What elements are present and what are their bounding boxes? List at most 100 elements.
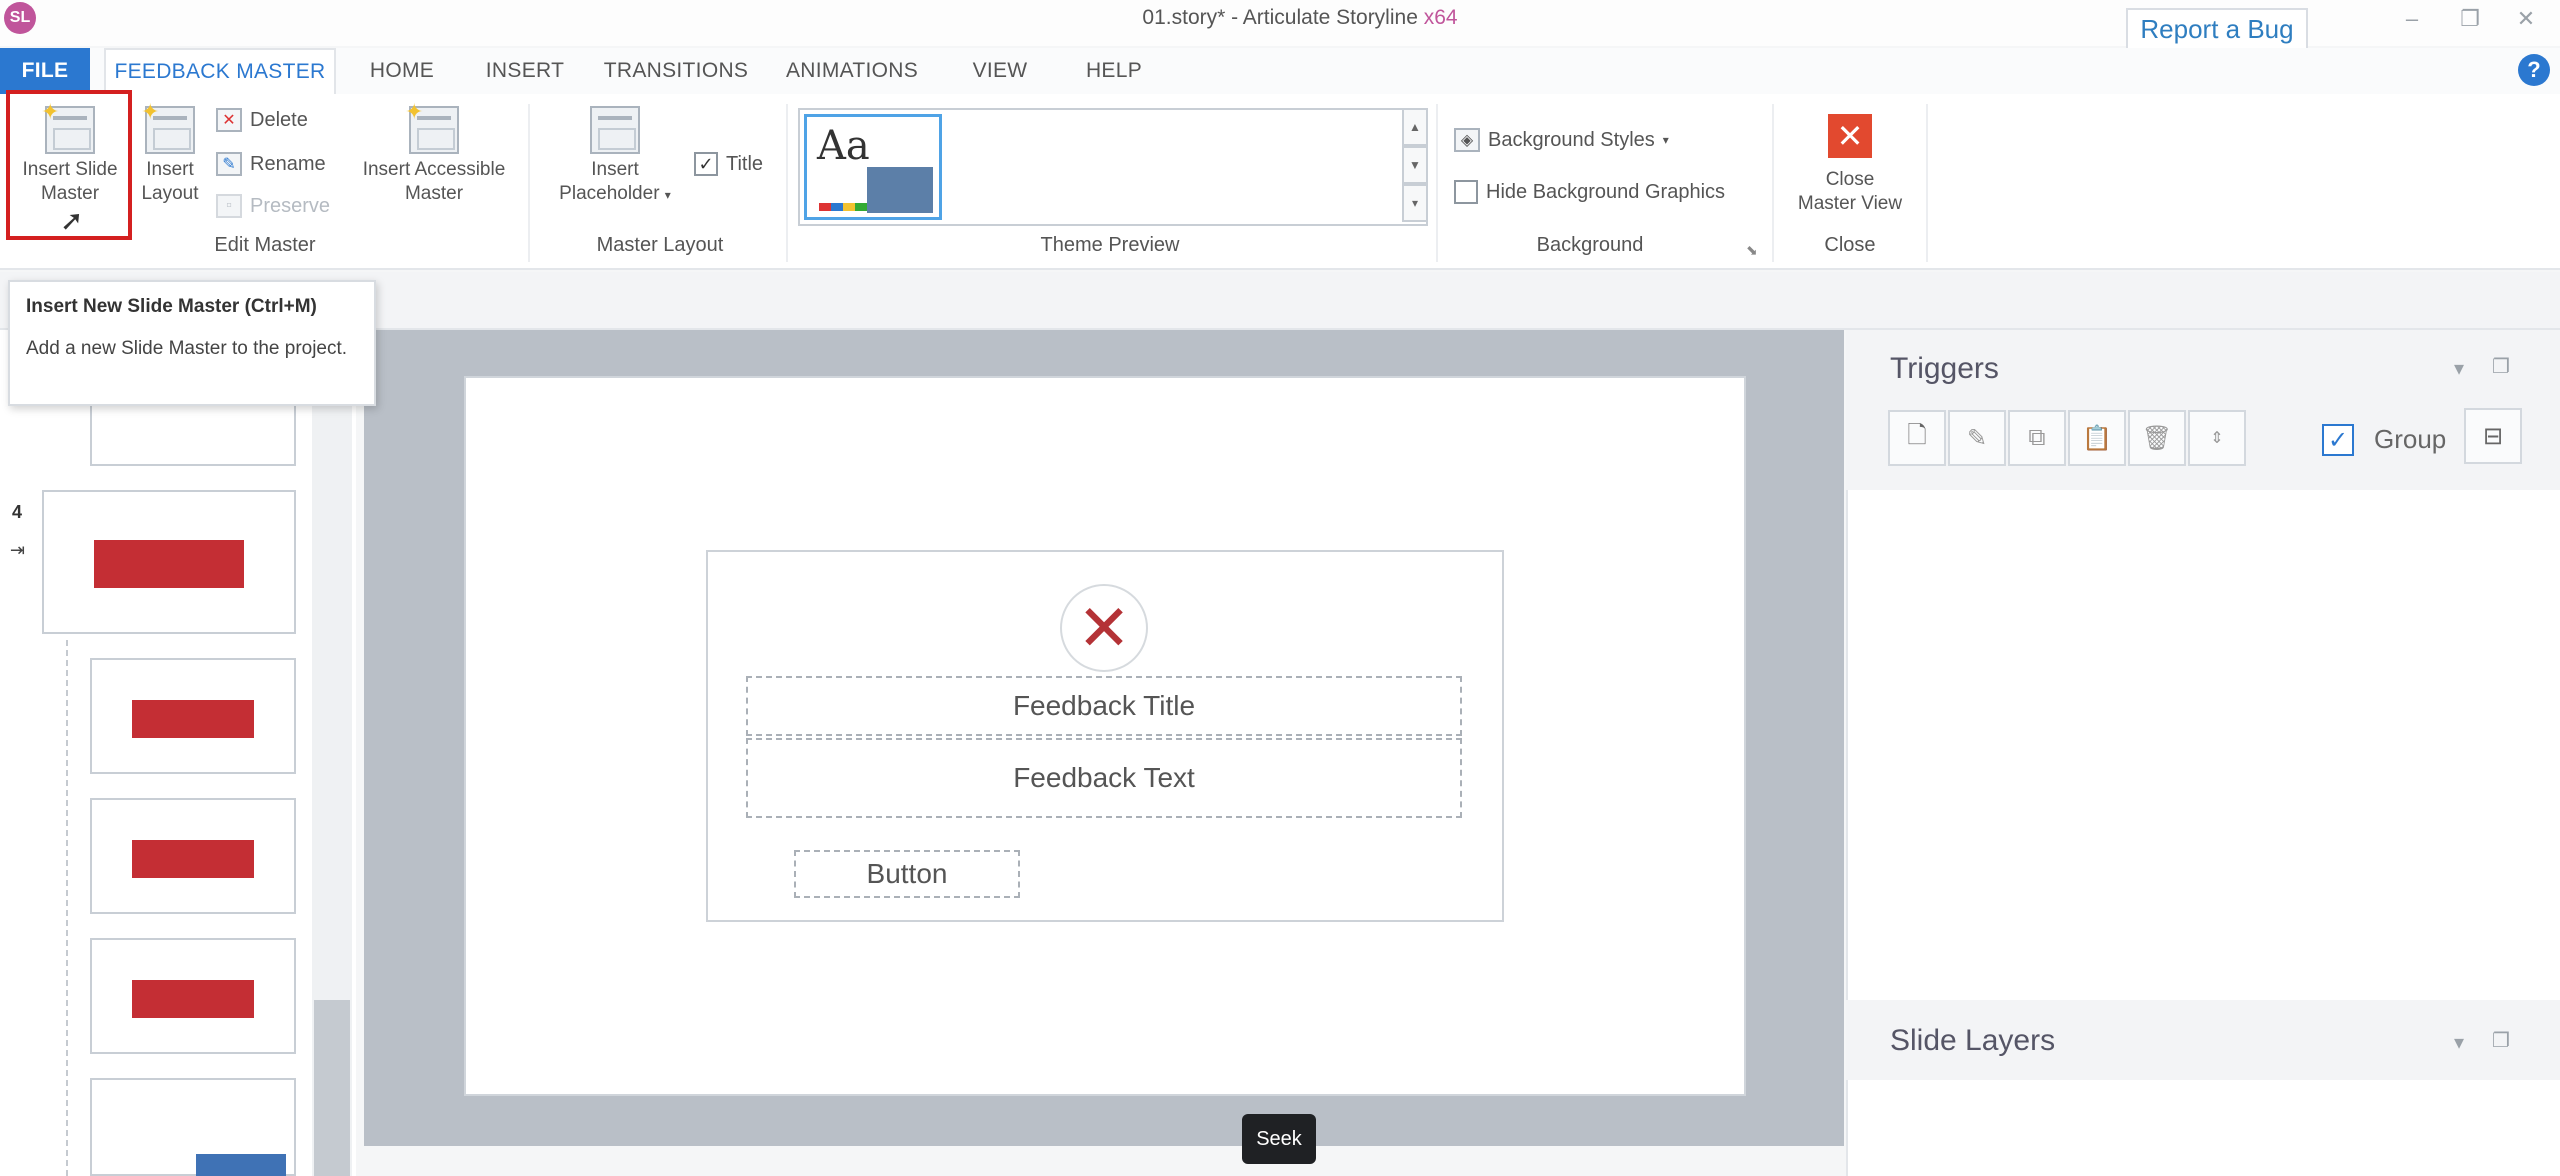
ribbon-separator: [528, 104, 530, 262]
mouse-cursor-icon: ➚: [60, 205, 84, 236]
new-star-icon: ✦: [405, 99, 424, 124]
hide-background-graphics-label: Hide Background Graphics: [1486, 180, 1726, 203]
placeholder-icon: [590, 106, 640, 154]
tab-help[interactable]: HELP: [1074, 48, 1154, 94]
panel-scrollbar-thumb[interactable]: [314, 1000, 350, 1176]
delete-trigger-icon[interactable]: 🗑: [2128, 410, 2186, 466]
help-icon[interactable]: ?: [2518, 54, 2550, 86]
float-panel-icon[interactable]: ❐: [2492, 1028, 2510, 1053]
ribbon-separator: [1436, 104, 1438, 262]
close-master-view-button[interactable]: ✕ Close Master View: [1780, 114, 1920, 216]
insert-accessible-master-button[interactable]: ✦ Insert Accessible Master: [348, 100, 520, 206]
delete-button[interactable]: ✕ Delete: [216, 108, 308, 132]
pin-icon: ⇥: [10, 540, 26, 560]
title-toggle[interactable]: ✓ Title: [694, 152, 763, 176]
thumbnail-red-block: [94, 540, 244, 588]
gallery-more-icon[interactable]: ▾: [1402, 184, 1428, 222]
layout-thumbnail[interactable]: [90, 798, 296, 914]
thumbnail-red-block: [132, 700, 254, 738]
theme-gallery[interactable]: Aa: [798, 108, 1428, 226]
new-trigger-icon[interactable]: 🗋: [1888, 410, 1946, 466]
arch-badge: x64: [1423, 6, 1458, 29]
gallery-scroll-up-icon[interactable]: ▲: [1402, 108, 1428, 146]
insert-layout-label-2: Layout: [141, 183, 199, 204]
group-label-background: Background: [1536, 234, 1644, 256]
tab-animations[interactable]: ANIMATIONS: [778, 48, 926, 94]
insert-accessible-label-1: Insert Accessible: [362, 159, 506, 180]
copy-trigger-icon[interactable]: ⧉: [2008, 410, 2066, 466]
theme-thumbnail[interactable]: Aa: [804, 114, 942, 220]
thumbnail-red-block: [132, 840, 254, 878]
preserve-icon: ▫: [216, 194, 242, 218]
triggers-title: Triggers: [1890, 352, 1999, 385]
tooltip-description: Add a new Slide Master to the project.: [26, 338, 348, 359]
accessible-master-icon: ✦: [405, 100, 459, 154]
thumbnail-blue-block: [196, 1154, 286, 1176]
minimize-icon[interactable]: –: [2392, 6, 2432, 34]
close-window-icon[interactable]: ✕: [2506, 6, 2546, 34]
dialog-launcher-icon[interactable]: ⬊: [1746, 242, 1758, 259]
tab-home[interactable]: HOME: [356, 48, 448, 94]
thumbnail-red-block: [132, 980, 254, 1018]
title-checkbox[interactable]: ✓: [694, 152, 718, 176]
background-styles-button[interactable]: ◈ Background Styles ▾: [1454, 128, 1669, 152]
seek-tooltip: Seek: [1242, 1114, 1316, 1164]
layout-icon: ✦: [141, 100, 195, 154]
insert-accessible-label-2: Master: [404, 183, 464, 204]
feedback-text-placeholder[interactable]: Feedback Text: [746, 738, 1462, 818]
hide-background-graphics-checkbox[interactable]: [1454, 180, 1478, 204]
layout-tree-line: [66, 640, 68, 1176]
gallery-scroll-down-icon[interactable]: ▼: [1402, 146, 1428, 184]
insert-placeholder-button[interactable]: Insert Placeholder ▾: [540, 106, 690, 207]
incorrect-x-icon[interactable]: ✕: [1060, 584, 1148, 672]
paste-trigger-icon[interactable]: 📋: [2068, 410, 2126, 466]
edit-trigger-icon[interactable]: ✎: [1948, 410, 2006, 466]
collapse-all-icon[interactable]: ⊟: [2464, 408, 2522, 464]
window-title: 01.story* - Articulate Storyline x64: [1000, 6, 1600, 30]
chevron-down-icon: ▾: [664, 188, 671, 202]
title-checkbox-label: Title: [726, 152, 764, 175]
rename-button[interactable]: ✎ Rename: [216, 152, 326, 176]
tab-feedback-master[interactable]: FEEDBACK MASTER: [104, 48, 336, 94]
sub-toolbar: [0, 272, 2560, 330]
preserve-button[interactable]: ▫ Preserve: [216, 194, 330, 218]
feedback-title-placeholder[interactable]: Feedback Title: [746, 676, 1462, 736]
delete-icon: ✕: [216, 108, 242, 132]
app-logo-icon[interactable]: SL: [4, 2, 36, 34]
tab-insert[interactable]: INSERT: [478, 48, 572, 94]
chevron-down-icon: ▾: [1662, 133, 1669, 147]
master-thumbnail[interactable]: [42, 490, 296, 634]
ribbon-separator: [786, 104, 788, 262]
tab-file[interactable]: FILE: [0, 48, 90, 94]
close-master-icon: ✕: [1828, 114, 1872, 158]
tooltip: Insert New Slide Master (Ctrl+M) Add a n…: [8, 280, 376, 406]
restore-icon[interactable]: ❐: [2450, 6, 2490, 34]
layout-thumbnail[interactable]: [90, 658, 296, 774]
insert-placeholder-label-1: Insert: [591, 159, 639, 180]
slide-number: 4: [12, 502, 23, 522]
chevron-down-icon[interactable]: ▾: [2454, 1030, 2464, 1055]
move-trigger-icon[interactable]: ⇕: [2188, 410, 2246, 466]
float-panel-icon[interactable]: ❐: [2492, 354, 2510, 379]
tab-transitions[interactable]: TRANSITIONS: [598, 48, 754, 94]
chevron-down-icon[interactable]: ▾: [2454, 356, 2464, 381]
hide-background-graphics-toggle[interactable]: Hide Background Graphics: [1454, 180, 1725, 204]
close-master-label-2: Master View: [1797, 193, 1903, 214]
layout-thumbnail[interactable]: [90, 1078, 296, 1176]
new-star-icon: ✦: [141, 99, 160, 124]
tooltip-title: Insert New Slide Master (Ctrl+M): [26, 296, 317, 317]
close-master-label-1: Close: [1825, 169, 1875, 190]
window-title-text: 01.story* - Articulate Storyline: [1142, 6, 1418, 29]
insert-placeholder-label-2-text: Placeholder: [559, 183, 660, 204]
group-label: Group: [2374, 424, 2447, 454]
layout-thumbnail[interactable]: [90, 938, 296, 1054]
group-label-edit-master: Edit Master: [214, 234, 316, 256]
insert-layout-button[interactable]: ✦ Insert Layout: [132, 100, 208, 206]
theme-aa-label: Aa: [817, 123, 870, 169]
report-bug-button[interactable]: Report a Bug: [2126, 8, 2308, 50]
delete-label: Delete: [250, 108, 308, 131]
button-placeholder[interactable]: Button: [794, 850, 1020, 898]
group-checkbox[interactable]: ✓: [2322, 424, 2354, 456]
insert-layout-label-1: Insert: [146, 159, 194, 180]
tab-view[interactable]: VIEW: [958, 48, 1042, 94]
